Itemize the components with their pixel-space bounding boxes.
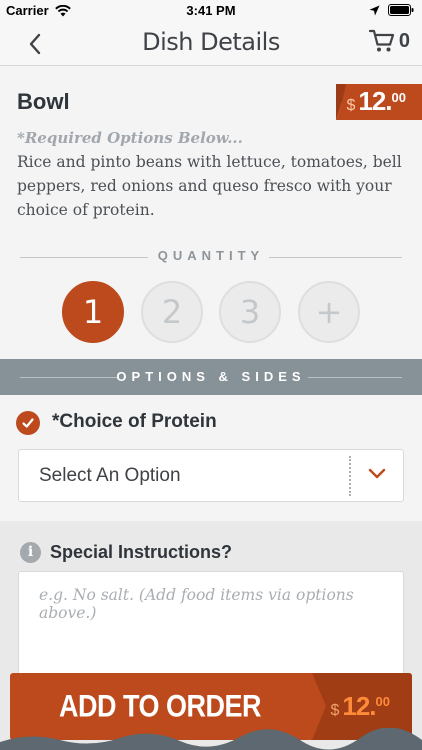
quantity-label: QUANTITY (157, 248, 265, 263)
price-currency: $ (346, 97, 356, 114)
location-arrow-icon (369, 5, 380, 15)
select-divider (349, 456, 351, 496)
battery-icon (388, 4, 414, 16)
status-bar: Carrier 3:41 PM (0, 0, 422, 22)
cart-count: 0 (398, 29, 410, 52)
checkmark-icon (16, 411, 40, 435)
protein-select-value: Select An Option (39, 465, 181, 486)
dish-description: Rice and pinto beans with lettuce, tomat… (17, 153, 402, 219)
button-price-cents: 00 (375, 694, 390, 709)
shopping-cart-icon (368, 29, 394, 52)
status-time: 3:41 PM (186, 3, 236, 18)
page-title: Dish Details (142, 28, 280, 56)
button-price-currency: $ (330, 702, 340, 719)
protein-select[interactable]: Select An Option (18, 449, 404, 502)
price-label: $ 12. 00 (346, 84, 406, 120)
add-to-order-label: ADD TO ORDER (58, 688, 262, 724)
quantity-option-2[interactable]: 2 (141, 281, 203, 343)
options-sides-bar: OPTIONS & SIDES (0, 359, 422, 395)
quantity-option-1[interactable]: 1 (62, 281, 124, 343)
quantity-more-button[interactable]: + (298, 281, 360, 343)
navigation-bar: Dish Details 0 (0, 22, 422, 66)
info-icon: i (20, 542, 41, 563)
special-instructions-label: Special Instructions? (50, 542, 233, 562)
quantity-header: QUANTITY (20, 247, 402, 267)
button-price-amount: 12. (342, 691, 376, 721)
chevron-down-icon (368, 468, 386, 479)
protein-choice-label: *Choice of Protein (52, 411, 217, 432)
price-cents: 00 (391, 90, 406, 105)
status-right (369, 4, 414, 16)
cart-button[interactable]: 0 (368, 29, 410, 53)
bottom-wave-decoration (0, 728, 422, 750)
options-sides-label: OPTIONS & SIDES (116, 369, 306, 384)
quantity-option-3[interactable]: 3 (219, 281, 281, 343)
dish-name: Bowl (17, 89, 70, 114)
price-amount: 12. (358, 86, 392, 116)
button-price: $ 12. 00 (330, 691, 390, 722)
required-options-note: *Required Options Below... (17, 129, 243, 147)
